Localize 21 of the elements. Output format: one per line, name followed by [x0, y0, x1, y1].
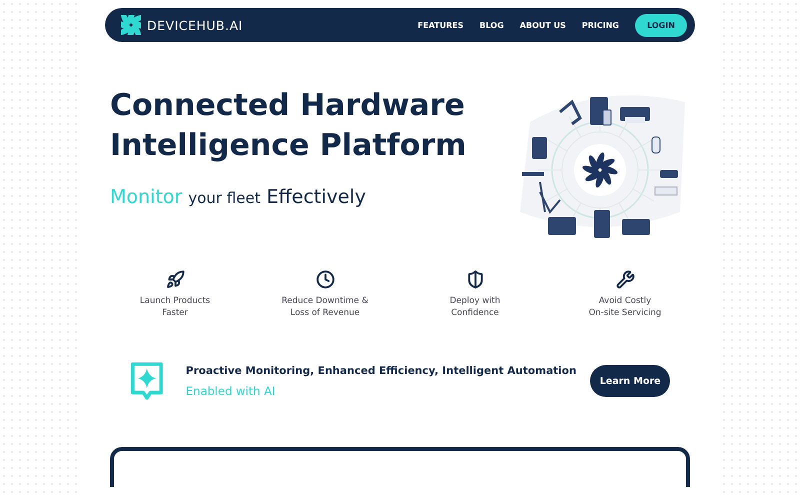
learn-more-button[interactable]: Learn More [590, 365, 670, 397]
feature-label: Launch Products Faster [140, 295, 210, 319]
rocket-icon [166, 270, 184, 289]
hero-title: Connected Hardware [110, 87, 466, 125]
login-button[interactable]: LOGIN [635, 14, 687, 36]
banner-subline: Enabled with AI [186, 384, 276, 398]
feature-label: Deploy with Confidence [450, 295, 500, 319]
nav-link[interactable]: FEATURES [418, 20, 464, 30]
clock-icon [316, 270, 334, 289]
wrench-icon [616, 270, 634, 289]
feature-label: Reduce Downtime & Loss of Revenue [282, 295, 368, 319]
shield-icon [466, 270, 484, 289]
brand-name: DEVICEHUB.AI [147, 18, 243, 32]
nav-link[interactable]: PRICING [582, 20, 619, 30]
hero-title: Intelligence Platform [110, 127, 466, 165]
nav-link[interactable]: ABOUT US [520, 20, 566, 30]
tagline: Monitor your fleet Effectively [110, 186, 367, 208]
banner-headline: Proactive Monitoring, Enhanced Efficiency, Intelligent Automation [186, 364, 576, 376]
feature-label: Avoid Costly On-site Servicing [588, 295, 662, 319]
nav-link[interactable]: BLOG [480, 20, 504, 30]
logo-icon [121, 15, 141, 35]
